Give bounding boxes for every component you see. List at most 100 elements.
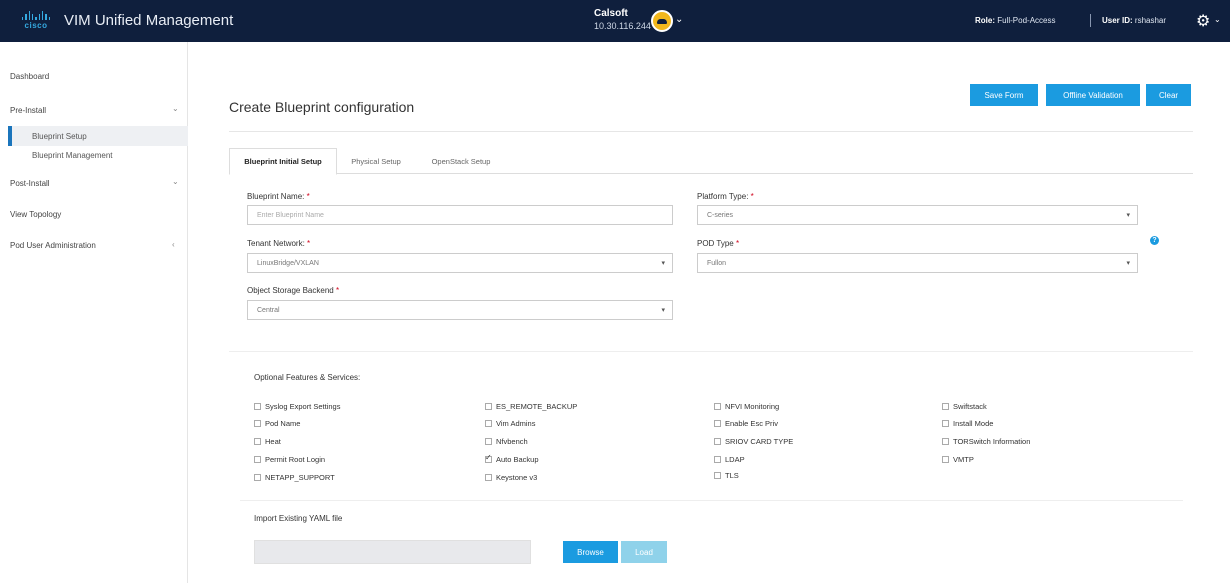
sidebar-item-blueprint-setup[interactable]: Blueprint Setup [32,132,87,141]
checkbox[interactable] [254,403,261,410]
platform-type-label: Platform Type: * [697,192,754,201]
browse-button[interactable]: Browse [563,541,618,563]
chevron-down-icon: ▾ [1126,260,1130,267]
title-divider [229,131,1193,132]
option-swiftstack[interactable]: Swiftstack [942,402,987,411]
checkbox[interactable] [254,438,261,445]
pod-name: Calsoft [594,8,628,19]
tab-bar: Blueprint Initial Setup Physical Setup O… [229,148,1193,175]
blueprint-name-field[interactable]: Enter Blueprint Name [247,205,673,225]
option-vmtp[interactable]: VMTP [942,455,974,464]
checkbox[interactable] [942,438,949,445]
checkbox[interactable] [714,472,721,479]
pod-selector[interactable]: Calsoft 10.30.116.244 [594,8,651,32]
help-icon[interactable]: ? [1150,236,1159,245]
chevron-down-icon[interactable]: ⌄ [675,14,683,25]
role-value: Full-Pod-Access [997,16,1056,25]
option-torswitch-information[interactable]: TORSwitch Information [942,437,1030,446]
option-ldap[interactable]: LDAP [714,455,745,464]
option-tls[interactable]: TLS [714,471,739,480]
user-value: rshashar [1134,16,1167,25]
blueprint-name-placeholder: Enter Blueprint Name [257,211,324,219]
pod-type-value: Fullon [707,259,727,267]
pod-ip: 10.30.116.244 [594,21,651,31]
sidebar-item-view-topology[interactable]: View Topology [10,210,61,219]
checkbox[interactable] [714,456,721,463]
sidebar-item-pre-install[interactable]: Pre-Install [10,106,46,115]
import-yaml-label: Import Existing YAML file [254,514,343,523]
top-bar: cisco VIM Unified Management Calsoft 10.… [0,0,1230,42]
option-nfvi-monitoring[interactable]: NFVI Monitoring [714,402,779,411]
user-label: User ID: [1102,16,1133,25]
checkbox[interactable] [942,420,949,427]
optional-features-heading: Optional Features & Services: [254,373,361,382]
gear-icon[interactable]: ⚙ [1196,11,1210,31]
brand-word: cisco [24,21,48,30]
checkbox-checked[interactable] [485,453,492,463]
pod-type-select[interactable]: Fullon ▾ [697,253,1138,273]
sidebar: Dashboard Pre-Install ⌄ Blueprint Setup … [0,42,188,583]
checkbox[interactable] [485,474,492,481]
cloud-status-icon[interactable] [651,10,673,32]
object-storage-value: Central [257,306,280,314]
chevron-down-icon[interactable]: ⌄ [172,177,179,186]
platform-type-select[interactable]: C-series ▾ [697,205,1138,225]
option-netapp-support[interactable]: NETAPP_SUPPORT [254,473,335,482]
sidebar-item-dashboard[interactable]: Dashboard [10,72,49,81]
header-divider [1090,14,1091,27]
clear-button[interactable]: Clear [1146,84,1191,106]
option-sriov-card-type[interactable]: SRIOV CARD TYPE [714,437,793,446]
object-storage-select[interactable]: Central ▾ [247,300,673,320]
chevron-down-icon[interactable]: ⌄ [1214,15,1221,24]
app-title: VIM Unified Management [64,12,234,29]
checkbox[interactable] [254,474,261,481]
sidebar-item-blueprint-management[interactable]: Blueprint Management [32,151,113,160]
tenant-network-value: LinuxBridge/VXLAN [257,259,319,267]
checkbox[interactable] [942,403,949,410]
chevron-down-icon[interactable]: ⌄ [172,104,179,113]
sidebar-item-pod-user-administration[interactable]: Pod User Administration [10,241,96,250]
blueprint-name-label: Blueprint Name: * [247,192,310,201]
tab-blueprint-initial-setup[interactable]: Blueprint Initial Setup [229,148,337,175]
tenant-network-label: Tenant Network: * [247,239,311,248]
checkbox[interactable] [714,403,721,410]
cisco-logo: cisco [22,10,50,32]
tab-openstack-setup[interactable]: OpenStack Setup [415,148,507,174]
option-heat[interactable]: Heat [254,437,281,446]
tenant-network-select[interactable]: LinuxBridge/VXLAN ▾ [247,253,673,273]
option-permit-root-login[interactable]: Permit Root Login [254,455,325,464]
offline-validation-button[interactable]: Offline Validation [1046,84,1140,106]
user-info: User ID: rshashar [1102,16,1166,25]
page-title: Create Blueprint configuration [229,99,415,115]
save-form-button[interactable]: Save Form [970,84,1038,106]
checkbox[interactable] [485,420,492,427]
platform-type-value: C-series [707,211,734,219]
option-syslog-export-settings[interactable]: Syslog Export Settings [254,402,340,411]
checkbox[interactable] [254,456,261,463]
yaml-file-field[interactable] [254,540,531,564]
option-install-mode[interactable]: Install Mode [942,419,993,428]
chevron-down-icon: ▾ [661,260,665,267]
chevron-down-icon: ▾ [661,307,665,314]
role-label: Role: [975,16,995,25]
sidebar-item-post-install[interactable]: Post-Install [10,179,50,188]
checkbox[interactable] [714,438,721,445]
tab-physical-setup[interactable]: Physical Setup [337,148,415,174]
pod-type-label: POD Type * [697,239,740,248]
option-es-remote-backup[interactable]: ES_REMOTE_BACKUP [485,402,577,411]
option-enable-esc-priv[interactable]: Enable Esc Priv [714,419,778,428]
load-button[interactable]: Load [621,541,667,563]
chevron-down-icon: ▾ [1126,212,1130,219]
option-keystone-v3[interactable]: Keystone v3 [485,473,537,482]
option-vim-admins[interactable]: Vim Admins [485,419,535,428]
chevron-left-icon[interactable]: ‹ [172,240,175,249]
option-auto-backup[interactable]: Auto Backup [485,453,539,464]
option-nfvbench[interactable]: Nfvbench [485,437,528,446]
checkbox[interactable] [714,420,721,427]
checkbox[interactable] [485,438,492,445]
import-divider [240,500,1183,501]
checkbox[interactable] [485,403,492,410]
checkbox[interactable] [942,456,949,463]
checkbox[interactable] [254,420,261,427]
option-pod-name[interactable]: Pod Name [254,419,300,428]
